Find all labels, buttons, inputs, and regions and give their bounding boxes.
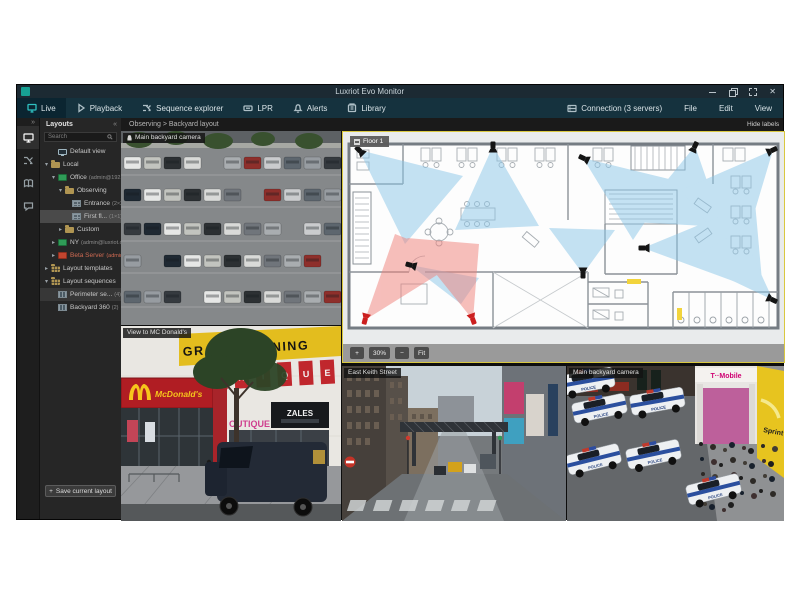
- menu-edit[interactable]: Edit: [708, 98, 744, 118]
- fullscreen-icon[interactable]: [749, 88, 756, 95]
- menu-file[interactable]: File: [673, 98, 708, 118]
- close-icon[interactable]: ✕: [769, 88, 776, 95]
- panel-title: Layouts: [40, 121, 113, 128]
- play-icon: [76, 103, 86, 113]
- folder-icon: [51, 162, 60, 168]
- minimize-icon[interactable]: [709, 88, 716, 95]
- tree-item-layout-templates[interactable]: ▸Layout templates: [40, 262, 121, 275]
- floor-plan-panel[interactable]: Floor 1 + 30% − Fit: [342, 131, 785, 363]
- collapse-panel-icon[interactable]: «: [113, 121, 121, 128]
- tree-item-default-view[interactable]: Default view: [40, 145, 121, 158]
- parking-lot-image: [121, 131, 341, 325]
- strip-share-icon[interactable]: [17, 195, 39, 218]
- breadcrumb: Observing > Backyard layout: [121, 121, 747, 128]
- lock-icon: [127, 135, 132, 141]
- save-current-layout-button[interactable]: + Save current layout: [45, 485, 116, 497]
- window-title: Luxriot Evo Monitor: [30, 85, 709, 98]
- svg-text:ZALES: ZALES: [287, 409, 314, 418]
- tree-item-observing[interactable]: ▾Observing: [40, 184, 121, 197]
- expand-panel-icon[interactable]: »: [17, 118, 39, 126]
- zoom-fit-button[interactable]: Fit: [414, 347, 429, 359]
- layout-icon: [72, 213, 81, 220]
- tab-playback[interactable]: Playback: [66, 98, 132, 118]
- server-icon: [567, 104, 577, 113]
- floor-tab[interactable]: Floor 1: [350, 136, 389, 147]
- title-bar[interactable]: Luxriot Evo Monitor ✕: [17, 85, 783, 98]
- tab-library[interactable]: Library: [337, 98, 395, 118]
- mcdonalds-street-image: GRAND OPENING UNIQUE McDonald's OUTIQUE …: [121, 326, 341, 521]
- layouts-panel: Layouts « Search Default view▾Local▾Offi…: [39, 118, 121, 519]
- bell-icon: [293, 103, 303, 113]
- strip-layouts-icon[interactable]: [17, 126, 39, 149]
- menu-view[interactable]: View: [744, 98, 783, 118]
- camera-tile-east-keith-street[interactable]: East Keith Street: [342, 366, 566, 521]
- search-input[interactable]: Search: [44, 132, 117, 142]
- view-icon: [58, 149, 67, 155]
- camera-tile-mcdonalds[interactable]: GRAND OPENING UNIQUE McDonald's OUTIQUE …: [121, 326, 341, 521]
- tree-item-backyard-360[interactable]: Backyard 360(2): [40, 301, 121, 314]
- layout-icon: [72, 200, 81, 207]
- sequence-icon: [58, 291, 67, 298]
- svg-text:U: U: [303, 369, 310, 379]
- main-toolbar: Live Playback Sequence explorer LPR Aler…: [17, 98, 783, 118]
- camera-label: Main backyard camera: [569, 368, 643, 378]
- monitor-icon: [27, 103, 37, 113]
- folder-icon: [65, 227, 74, 233]
- layouts-tree: Default view▾Local▾Office(admin@192.168.…: [40, 145, 121, 314]
- server-red-icon: [58, 252, 67, 259]
- library-icon: [347, 103, 357, 113]
- camera-label: Main backyard camera: [123, 133, 205, 143]
- tab-lpr[interactable]: LPR: [233, 98, 283, 118]
- camera-label: East Keith Street: [344, 368, 401, 378]
- map-zoom-bar: + 30% − Fit: [343, 344, 784, 362]
- left-icon-strip: »: [17, 118, 39, 519]
- folder-special-icon: [51, 279, 60, 285]
- search-icon: [107, 134, 113, 140]
- folder-special-icon: [51, 266, 60, 272]
- tree-item-perimeter-se[interactable]: Perimeter se...(4): [40, 288, 121, 301]
- tree-item-first-fl[interactable]: First fl...(1×1)—: [40, 210, 121, 223]
- zoom-in-button[interactable]: +: [350, 347, 364, 359]
- app-logo-icon: [21, 87, 30, 96]
- tree-item-custom[interactable]: ▸Custom: [40, 223, 121, 236]
- svg-text:McDonald's: McDonald's: [155, 389, 203, 399]
- tree-item-beta-server[interactable]: ▸Beta Server(admin@l...): [40, 249, 121, 262]
- floor-plan-image: [343, 132, 784, 344]
- svg-text:T··Mobile: T··Mobile: [710, 373, 741, 380]
- camera-tile-main-backyard-top[interactable]: Main backyard camera: [121, 131, 341, 325]
- camera-label: View to MC Donald's: [123, 328, 191, 338]
- connection-menu[interactable]: Connection (3 servers): [556, 98, 673, 118]
- tab-live[interactable]: Live: [17, 98, 66, 118]
- search-placeholder: Search: [48, 134, 107, 140]
- tree-item-layout-sequences[interactable]: ▾Layout sequences: [40, 275, 121, 288]
- folder-icon: [65, 188, 74, 194]
- street-image: [342, 366, 566, 521]
- tab-sequence-explorer[interactable]: Sequence explorer: [132, 98, 233, 118]
- zoom-level-button[interactable]: 30%: [369, 347, 390, 359]
- police-street-image: POLICE T··Mobile Sprint: [567, 366, 784, 521]
- tree-item-entrance[interactable]: Entrance(2×2): [40, 197, 121, 210]
- floor-plan-icon: [354, 139, 360, 145]
- zoom-out-button[interactable]: −: [395, 347, 409, 359]
- license-plate-icon: [243, 103, 253, 113]
- tree-item-office[interactable]: ▾Office(admin@192.168.1.5): [40, 171, 121, 184]
- server-green-icon: [58, 174, 67, 181]
- camera-tile-main-backyard-bottom[interactable]: POLICE T··Mobile Sprint Main backyard: [567, 366, 784, 521]
- strip-maps-icon[interactable]: [17, 172, 39, 195]
- strip-sequences-icon[interactable]: [17, 149, 39, 172]
- tree-item-local[interactable]: ▾Local: [40, 158, 121, 171]
- restore-icon[interactable]: [729, 88, 736, 95]
- app-window: Luxriot Evo Monitor ✕ Live Playback Sequ…: [16, 84, 784, 520]
- tab-alerts[interactable]: Alerts: [283, 98, 337, 118]
- sequence-icon: [142, 103, 152, 113]
- svg-text:E: E: [324, 368, 331, 378]
- plus-icon: +: [49, 488, 53, 495]
- tree-item-ny[interactable]: ▸NY(admin@luxriot.com): [40, 236, 121, 249]
- breadcrumb-bar: Observing > Backyard layout Hide labels: [121, 118, 783, 131]
- sequence-icon: [58, 304, 67, 311]
- hide-labels-link[interactable]: Hide labels: [747, 121, 783, 128]
- server-green-icon: [58, 239, 67, 246]
